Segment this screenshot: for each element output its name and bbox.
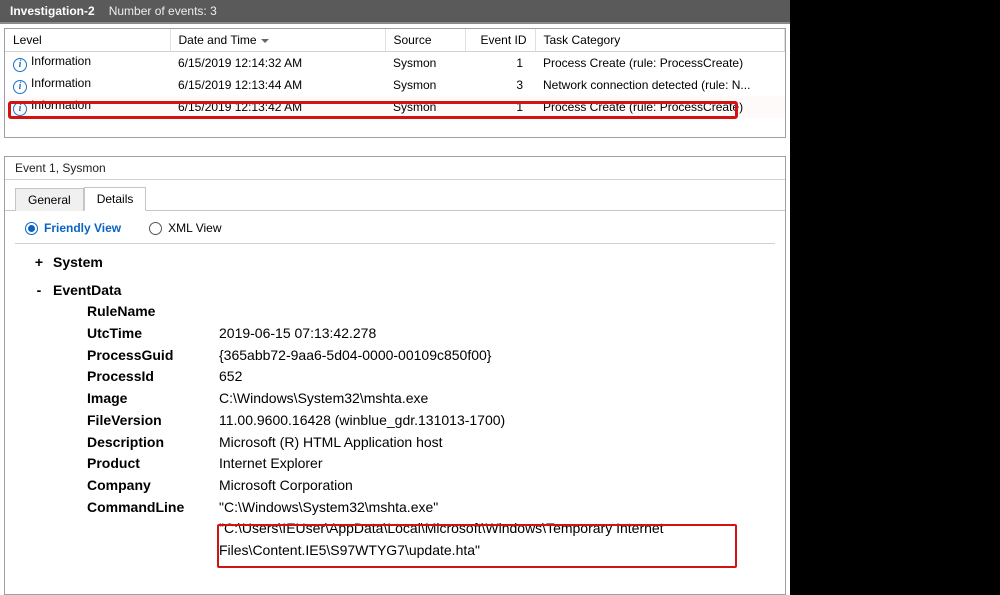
cell-level: iInformation [5,52,170,75]
sort-desc-icon [261,39,269,43]
cell-date: 6/15/2019 12:14:32 AM [170,52,385,75]
radio-xml-view[interactable]: XML View [149,221,221,235]
title-bar: Investigation-2 Number of events: 3 [0,0,790,24]
cell-task: Network connection detected (rule: N... [535,74,785,96]
table-header-row: Level Date and Time Source Event ID Task… [5,29,785,52]
field-value: 652 [219,366,775,388]
col-source[interactable]: Source [385,29,465,52]
event-detail-panel: Event 1, Sysmon General Details Friendly… [4,156,786,595]
field-row: ProcessId652 [87,366,775,388]
field-key: FileVersion [87,410,219,432]
field-row: ImageC:\Windows\System32\mshta.exe [87,388,775,410]
field-value: C:\Windows\System32\mshta.exe [219,388,775,410]
field-row: FileVersion11.00.9600.16428 (winblue_gdr… [87,410,775,432]
field-key: CommandLine [87,497,219,562]
cell-event-id: 1 [465,52,535,75]
field-row: ProcessGuid{365abb72-9aa6-5d04-0000-0010… [87,345,775,367]
event-viewer-window: Investigation-2 Number of events: 3 Leve… [0,0,790,595]
table-row[interactable]: iInformation6/15/2019 12:13:44 AMSysmon3… [5,74,785,96]
field-value: Microsoft (R) HTML Application host [219,432,775,454]
cell-level: iInformation [5,74,170,96]
field-value [219,301,775,323]
table-row[interactable]: iInformation6/15/2019 12:13:42 AMSysmon1… [5,96,785,118]
collapse-icon[interactable]: - [33,280,45,302]
info-icon: i [13,80,27,94]
field-value: 2019-06-15 07:13:42.278 [219,323,775,345]
filter-title: Investigation-2 [10,4,95,18]
field-row: CompanyMicrosoft Corporation [87,475,775,497]
event-data-tree: + System - EventData RuleNameUtcTime2019… [5,244,785,594]
field-key: Image [87,388,219,410]
field-row: CommandLine"C:\Windows\System32\mshta.ex… [87,497,775,562]
field-value: 11.00.9600.16428 (winblue_gdr.131013-170… [219,410,775,432]
field-row: RuleName [87,301,775,323]
radio-dot-icon [149,222,162,235]
info-icon: i [13,58,27,72]
field-key: RuleName [87,301,219,323]
field-key: Description [87,432,219,454]
field-key: ProcessGuid [87,345,219,367]
cell-level: iInformation [5,96,170,118]
view-mode-row: Friendly View XML View [5,211,785,241]
cell-source: Sysmon [385,52,465,75]
detail-header: Event 1, Sysmon [5,157,785,180]
col-level[interactable]: Level [5,29,170,52]
radio-friendly-view[interactable]: Friendly View [25,221,121,235]
field-value: Microsoft Corporation [219,475,775,497]
tab-general[interactable]: General [15,188,84,211]
events-table: Level Date and Time Source Event ID Task… [5,29,785,118]
cell-task: Process Create (rule: ProcessCreate) [535,96,785,118]
table-row[interactable]: iInformation6/15/2019 12:14:32 AMSysmon1… [5,52,785,75]
field-key: Product [87,453,219,475]
info-icon: i [13,102,27,116]
cell-source: Sysmon [385,74,465,96]
field-value: Internet Explorer [219,453,775,475]
cell-source: Sysmon [385,96,465,118]
col-event-id[interactable]: Event ID [465,29,535,52]
cell-event-id: 1 [465,96,535,118]
cell-task: Process Create (rule: ProcessCreate) [535,52,785,75]
col-date[interactable]: Date and Time [170,29,385,52]
cell-date: 6/15/2019 12:13:44 AM [170,74,385,96]
field-value: {365abb72-9aa6-5d04-0000-00109c850f00} [219,345,775,367]
field-key: Company [87,475,219,497]
radio-dot-icon [25,222,38,235]
event-count: Number of events: 3 [109,4,217,18]
field-key: ProcessId [87,366,219,388]
node-system[interactable]: + System [33,252,775,274]
events-list: Level Date and Time Source Event ID Task… [4,28,786,138]
expand-icon[interactable]: + [33,252,45,274]
col-task[interactable]: Task Category [535,29,785,52]
node-eventdata[interactable]: - EventData [33,280,775,302]
field-row: ProductInternet Explorer [87,453,775,475]
detail-tabs: General Details [5,180,785,211]
field-value: "C:\Windows\System32\mshta.exe" "C:\User… [219,497,775,562]
field-key: UtcTime [87,323,219,345]
cell-event-id: 3 [465,74,535,96]
field-row: DescriptionMicrosoft (R) HTML Applicatio… [87,432,775,454]
tab-details[interactable]: Details [84,187,147,211]
cell-date: 6/15/2019 12:13:42 AM [170,96,385,118]
field-row: UtcTime2019-06-15 07:13:42.278 [87,323,775,345]
